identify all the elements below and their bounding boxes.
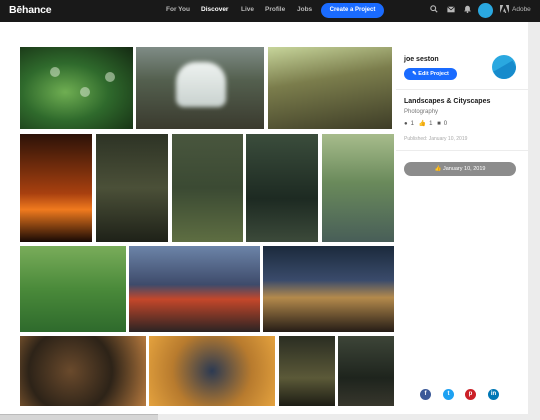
user-avatar[interactable] (478, 3, 493, 18)
project-image-spiral-rail[interactable] (20, 336, 146, 406)
twitter-icon[interactable]: t (443, 389, 454, 400)
project-image-leaves[interactable] (20, 47, 133, 129)
project-image-dark-woods[interactable] (279, 336, 335, 406)
project-image-boardwalk[interactable] (338, 336, 394, 406)
nav-live[interactable]: Live (241, 6, 254, 13)
project-image-waterfall[interactable] (136, 47, 264, 129)
edit-project-label: Edit Project (418, 71, 449, 77)
project-image-boat[interactable] (322, 134, 394, 242)
published-date: Published: January 10, 2019 (404, 136, 468, 142)
linkedin-icon[interactable]: in (488, 389, 499, 400)
bottom-tab[interactable] (0, 414, 158, 420)
create-project-button[interactable]: Create a Project (321, 3, 384, 18)
project-stats: ● 1 👍 1 ■ 0 (404, 120, 450, 127)
project-image-forest-path[interactable] (96, 134, 168, 242)
thumbs-up-icon: 👍 (418, 121, 427, 127)
nav-for-you[interactable]: For You (166, 6, 190, 13)
comment-icon: ■ (437, 121, 441, 127)
project-title: Landscapes & Cityscapes (404, 98, 491, 105)
appreciations-count: 1 (429, 121, 433, 127)
pinterest-icon[interactable]: p (465, 389, 476, 400)
adobe-icon[interactable] (500, 5, 509, 15)
project-image-tunnel[interactable] (246, 134, 318, 242)
facebook-icon[interactable]: f (420, 389, 431, 400)
adobe-label[interactable]: Adobe (512, 6, 531, 13)
nav-jobs[interactable]: Jobs (297, 6, 312, 13)
search-icon[interactable] (428, 5, 440, 17)
owner-avatar[interactable] (492, 55, 516, 79)
project-image-stone-steps[interactable] (172, 134, 243, 242)
project-image-stream[interactable] (268, 47, 392, 129)
comments-count: 0 (443, 121, 448, 127)
bell-icon[interactable] (461, 5, 473, 17)
nav-profile[interactable]: Profile (265, 6, 285, 13)
project-image-ironwork[interactable] (149, 336, 275, 406)
thumbs-up-icon: 👍 (434, 166, 443, 172)
project-image-football[interactable] (20, 246, 126, 332)
top-nav: Bēhance For You Discover Live Profile Jo… (0, 0, 540, 22)
behance-logo[interactable]: Bēhance (9, 4, 52, 16)
nav-discover[interactable]: Discover (201, 6, 228, 13)
edit-project-button[interactable]: ✎ Edit Project (404, 68, 457, 80)
owner-name[interactable]: joe seston (404, 56, 439, 63)
project-image-sunset[interactable] (20, 134, 92, 242)
mail-icon[interactable] (445, 5, 457, 17)
project-field[interactable]: Photography (404, 109, 438, 115)
sidebar-divider (396, 89, 528, 90)
project-image-light-trails[interactable] (263, 246, 394, 332)
sidebar-divider-2 (396, 150, 528, 151)
appreciate-date: January 10, 2019 (442, 166, 486, 172)
eye-icon: ● (404, 121, 408, 127)
views-count: 1 (410, 121, 414, 127)
appreciate-button[interactable]: 👍 January 10, 2019 (404, 162, 516, 176)
project-image-station[interactable] (129, 246, 260, 332)
